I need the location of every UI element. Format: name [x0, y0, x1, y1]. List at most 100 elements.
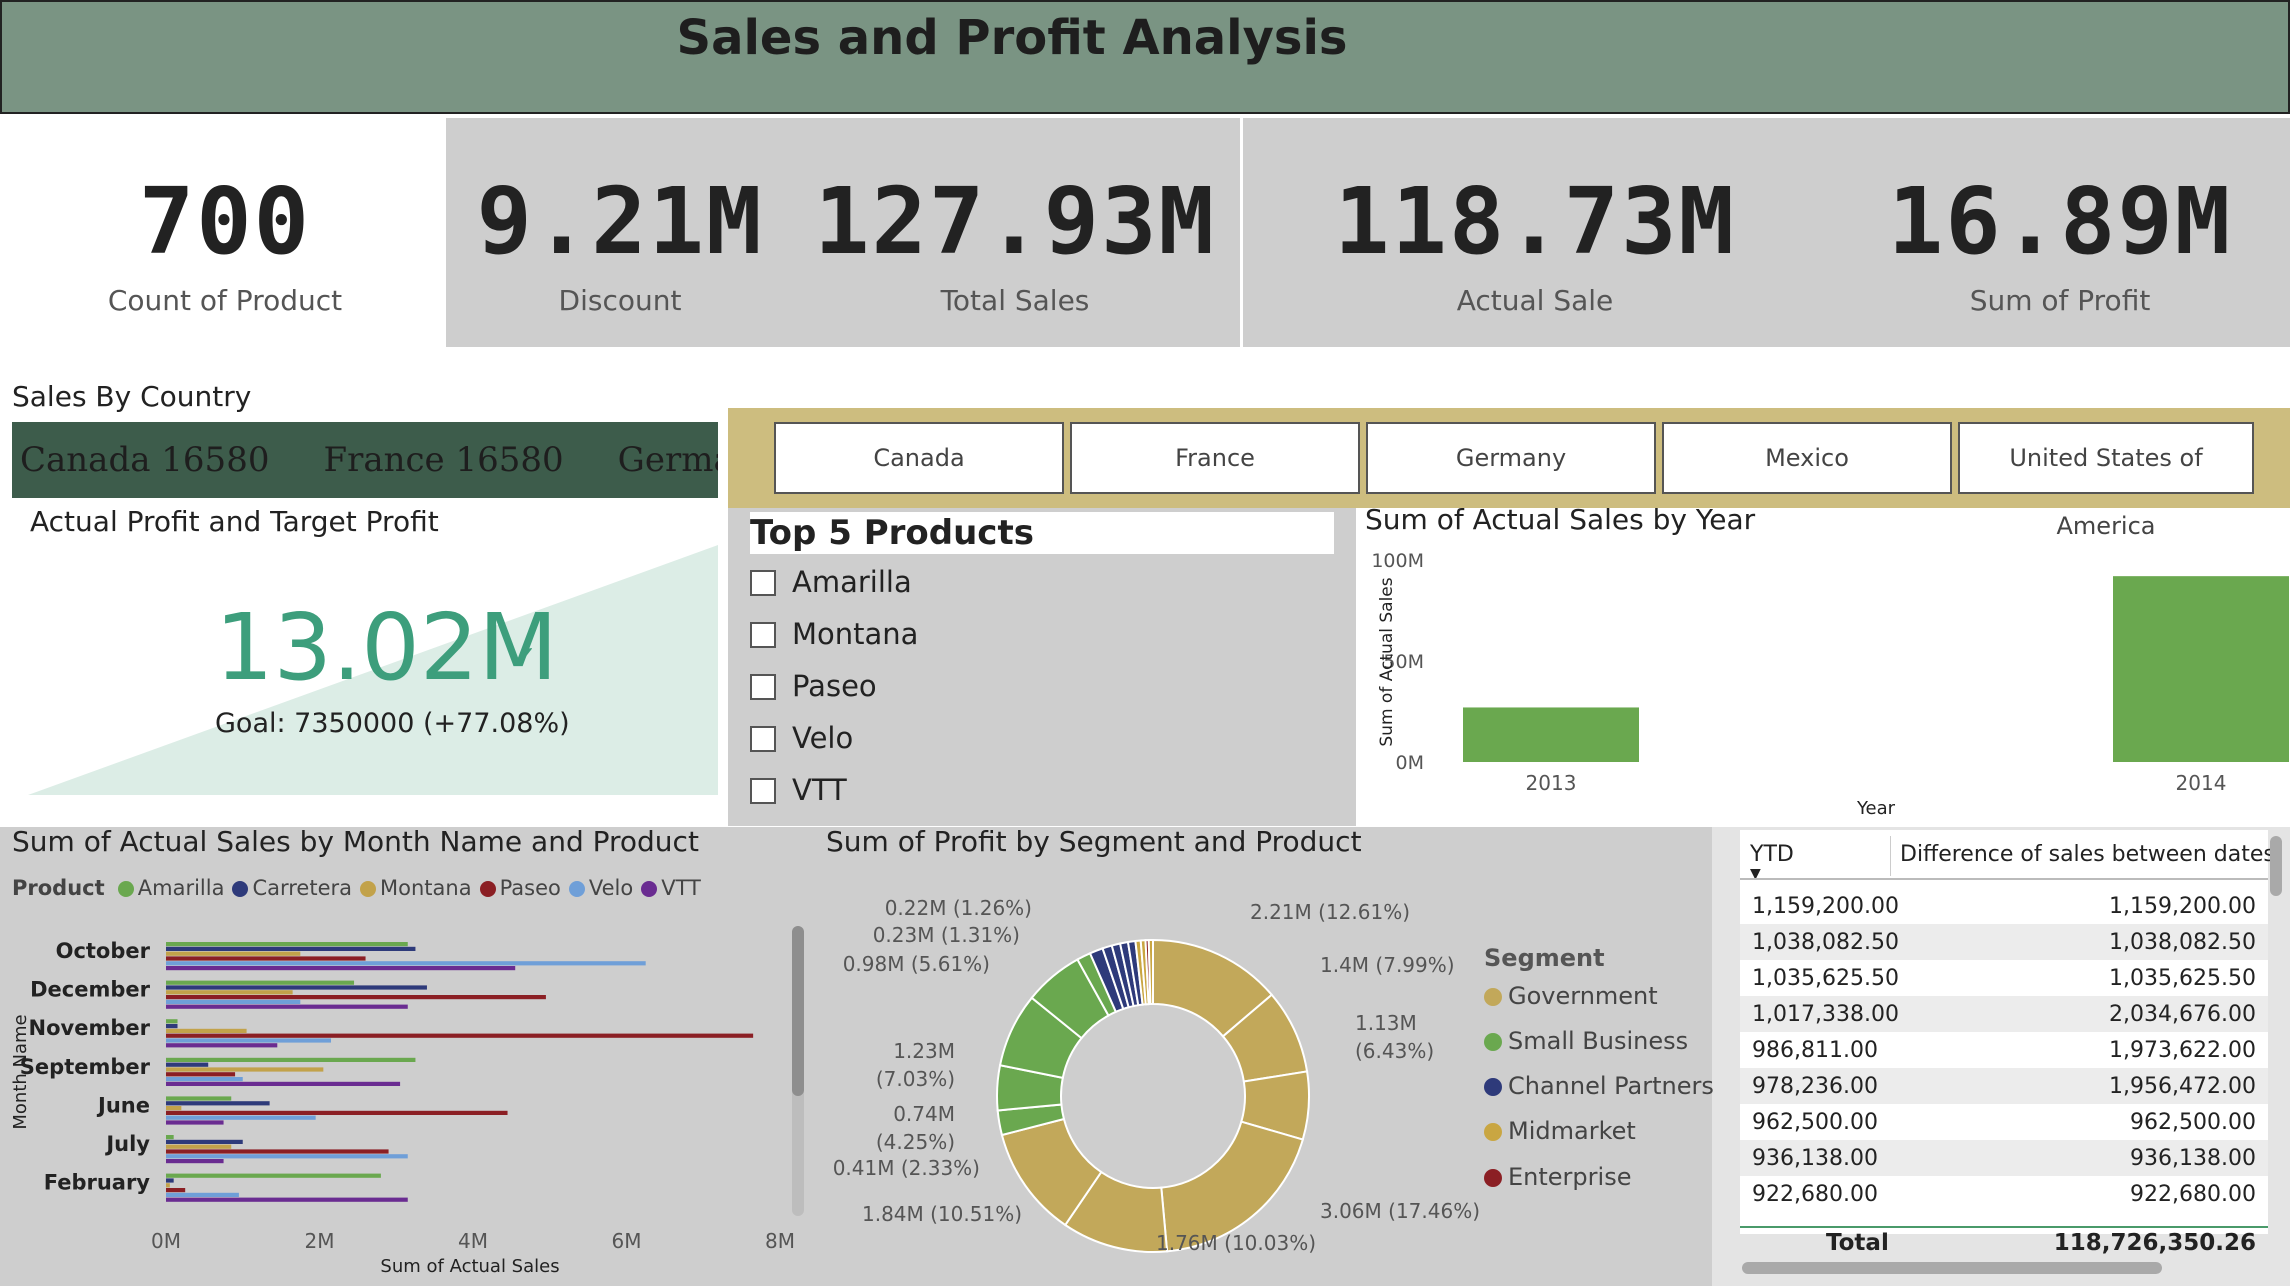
month-label: June — [96, 1093, 150, 1117]
x-tick-label: 2014 — [2176, 771, 2227, 795]
legend-amarilla[interactable]: Amarilla — [117, 876, 224, 900]
month-bar — [166, 956, 366, 961]
difference-cell: 2,034,676.00 — [2109, 1001, 2256, 1027]
month-bar — [166, 1096, 232, 1101]
month-bar — [166, 1135, 174, 1140]
table-h-scrollbar[interactable] — [1742, 1262, 2162, 1274]
table-header-ytd[interactable]: YTD — [1750, 842, 1794, 867]
kpi-total-sales-value: 127.93M — [814, 168, 1216, 275]
y-tick-label: 0M — [1396, 752, 1424, 774]
month-bar — [166, 1081, 401, 1086]
checkbox-icon[interactable] — [750, 778, 776, 804]
product-checkbox-vtt[interactable]: VTT — [750, 773, 847, 807]
sales-by-country-title: Sales By Country — [12, 380, 252, 413]
x-axis-title: Year — [1856, 798, 1896, 819]
table-row[interactable]: 936,138.00 936,138.00 — [1740, 1140, 2268, 1176]
check-icon: ✓ — [512, 640, 538, 675]
x-tick-label: 2M — [305, 1229, 335, 1253]
legend-dot — [641, 881, 658, 897]
y-axis-title: Sum of Actual Sales — [1377, 577, 1397, 746]
table-row[interactable]: 1,159,200.00 1,159,200.00 — [1740, 888, 2268, 924]
product-label: Amarilla — [792, 565, 912, 599]
y-axis-title: Month Name — [10, 1014, 31, 1129]
legend-dot — [360, 881, 376, 897]
donut-data-label: 1.76M (10.03%) — [1156, 1231, 1316, 1255]
month-label: December — [30, 978, 151, 1002]
slicer-button-germany[interactable]: Germany — [1366, 422, 1656, 494]
table-header-divider — [1740, 878, 2268, 880]
slicer-button-france[interactable]: France — [1070, 422, 1360, 494]
slicer-button-usa[interactable]: United States of America — [1958, 422, 2254, 540]
month-label: September — [20, 1055, 151, 1079]
donut-data-label: 1.84M (10.51%) — [862, 1202, 1022, 1226]
difference-cell: 1,973,622.00 — [2109, 1037, 2256, 1063]
slicer-button-mexico[interactable]: Mexico — [1662, 422, 1952, 494]
product-checkbox-amarilla[interactable]: Amarilla — [750, 565, 912, 599]
donut-data-label: 1.4M (7.99%) — [1320, 953, 1455, 977]
month-bar — [166, 990, 293, 995]
checkbox-icon[interactable] — [750, 726, 776, 752]
x-tick-label: 8M — [765, 1229, 795, 1253]
checkbox-icon[interactable] — [750, 622, 776, 648]
legend-channel-partners[interactable]: Channel Partners — [1484, 1072, 1714, 1100]
legend-carretera[interactable]: Carretera — [232, 876, 352, 900]
month-bar — [166, 942, 408, 947]
legend-enterprise[interactable]: Enterprise — [1484, 1163, 1631, 1191]
donut-data-label: 1.23M — [893, 1039, 955, 1063]
legend-vtt[interactable]: VTT — [641, 876, 701, 900]
month-bar — [166, 946, 416, 951]
month-bar — [166, 966, 516, 971]
donut-data-label: 1.13M — [1355, 1011, 1417, 1035]
legend-dot — [479, 881, 496, 897]
product-checkbox-paseo[interactable]: Paseo — [750, 669, 877, 703]
table-row[interactable]: 986,811.00 1,973,622.00 — [1740, 1032, 2268, 1068]
gauge-goal: Goal: 7350000 (+77.08%) — [215, 708, 570, 739]
table-row[interactable]: 1,017,338.00 2,034,676.00 — [1740, 996, 2268, 1032]
kpi-actual-sale-label: Actual Sale — [1456, 284, 1614, 317]
legend-government[interactable]: Government — [1484, 982, 1658, 1010]
month-chart-scrollbar[interactable] — [792, 926, 804, 1216]
table-row[interactable]: 1,038,082.50 1,038,082.50 — [1740, 924, 2268, 960]
difference-cell: 922,680.00 — [2130, 1181, 2256, 1207]
month-bar — [166, 995, 546, 1000]
year-chart: 0M50M100MSum of Actual Sales2013 2014Year — [1371, 550, 2289, 819]
legend-dot — [1484, 1169, 1502, 1187]
ytd-cell: 986,811.00 — [1752, 1037, 1878, 1063]
month-bar — [166, 1106, 182, 1111]
slicer-button-canada[interactable]: Canada — [774, 422, 1064, 494]
donut-data-label: 2.21M (12.61%) — [1250, 900, 1410, 924]
donut-data-label: (7.03%) — [876, 1067, 955, 1091]
table-row[interactable]: 978,236.00 1,956,472.00 — [1740, 1068, 2268, 1104]
page-title: Sales and Profit Analysis — [676, 10, 1348, 66]
checkbox-icon[interactable] — [750, 674, 776, 700]
product-checkbox-velo[interactable]: Velo — [750, 721, 853, 755]
legend-small-business[interactable]: Small Business — [1484, 1027, 1688, 1055]
month-bar — [166, 1120, 224, 1125]
table-v-scrollbar[interactable] — [2270, 836, 2282, 896]
product-checkbox-montana[interactable]: Montana — [750, 617, 918, 651]
table-header-difference[interactable]: Difference of sales between dates — [1900, 842, 2275, 867]
x-tick-label: 0M — [151, 1229, 181, 1253]
legend-dot — [1484, 988, 1502, 1006]
month-bar — [166, 1144, 232, 1149]
ytd-cell: 936,138.00 — [1752, 1145, 1878, 1171]
month-label: February — [44, 1171, 151, 1195]
scrollbar-thumb[interactable] — [792, 926, 804, 1096]
product-label: Velo — [792, 721, 854, 755]
legend-paseo[interactable]: Paseo — [479, 876, 561, 900]
legend-dot — [117, 881, 134, 897]
kpi-discount-label: Discount — [558, 284, 682, 317]
legend-midmarket[interactable]: Midmarket — [1484, 1117, 1636, 1145]
difference-cell: 1,035,625.50 — [2109, 965, 2256, 991]
checkbox-icon[interactable] — [750, 570, 776, 596]
legend-montana[interactable]: Montana — [360, 876, 472, 900]
legend-velo[interactable]: Velo — [568, 876, 633, 900]
table-row[interactable]: 922,680.00 922,680.00 — [1740, 1176, 2268, 1212]
donut-data-label: 0.22M (1.26%) — [885, 896, 1032, 920]
month-bar — [166, 1183, 170, 1188]
product-label: Paseo — [792, 669, 877, 703]
table-row[interactable]: 962,500.00 962,500.00 — [1740, 1104, 2268, 1140]
kpi-count-label: Count of Product — [107, 284, 343, 317]
table-row[interactable]: 1,035,625.50 1,035,625.50 — [1740, 960, 2268, 996]
gauge-title: Actual Profit and Target Profit — [30, 505, 439, 538]
